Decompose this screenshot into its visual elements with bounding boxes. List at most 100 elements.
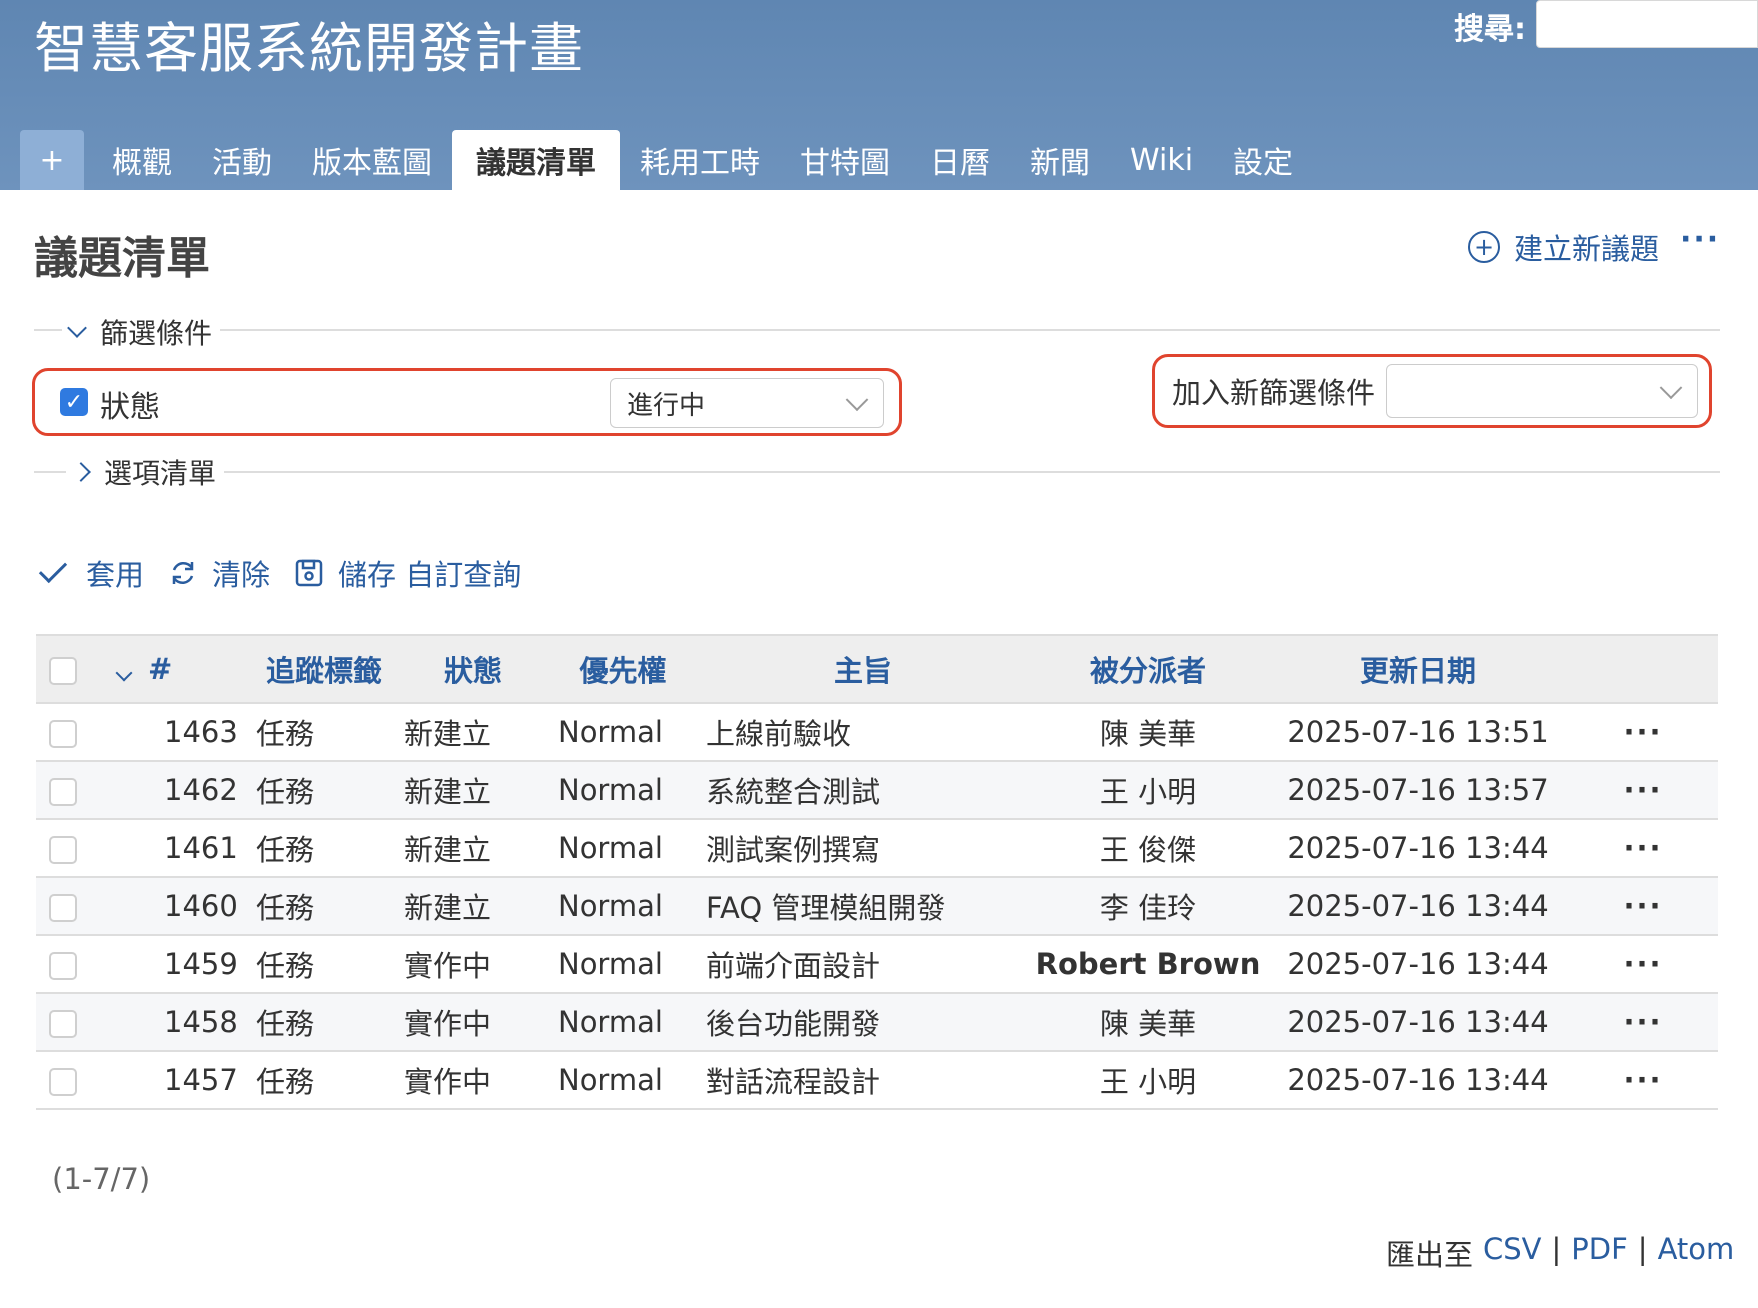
issue-id-link[interactable]: 1459 <box>90 935 250 994</box>
add-tab-button[interactable]: + <box>20 130 84 190</box>
column-tracker[interactable]: 追蹤標籤 <box>250 634 398 704</box>
assignee-link[interactable]: 陳 美華 <box>1028 993 1268 1052</box>
tab-activity[interactable]: 活動 <box>192 130 292 190</box>
subject-link[interactable]: FAQ 管理模組開發 <box>698 877 1028 936</box>
column-status[interactable]: 狀態 <box>398 634 548 704</box>
project-title[interactable]: 智慧客服系統開發計畫 <box>34 4 584 83</box>
column-assignee[interactable]: 被分派者 <box>1028 634 1268 704</box>
checkmark-icon <box>38 554 68 584</box>
assignee-link[interactable]: 王 小明 <box>1028 761 1268 820</box>
tab-time-entries[interactable]: 耗用工時 <box>620 130 780 190</box>
export-atom-link[interactable]: Atom <box>1658 1232 1735 1274</box>
select-all-checkbox[interactable] <box>49 657 77 685</box>
updated-cell: 2025-07-16 13:51 <box>1268 703 1568 762</box>
row-more-button[interactable]: ··· <box>1568 877 1718 936</box>
status-filter-label: 狀態 <box>100 390 160 425</box>
column-id[interactable]: # <box>90 634 250 704</box>
issue-id-link[interactable]: 1458 <box>90 993 250 1052</box>
reload-icon <box>172 561 194 585</box>
options-divider <box>34 471 1720 473</box>
updated-cell: 2025-07-16 13:57 <box>1268 761 1568 820</box>
priority-cell: Normal <box>548 935 698 994</box>
filters-legend[interactable]: 篩選條件 <box>62 312 221 352</box>
options-legend[interactable]: 選項清單 <box>66 452 225 492</box>
clear-label: 清除 <box>212 558 271 592</box>
tab-settings[interactable]: 設定 <box>1213 130 1313 190</box>
row-more-button[interactable]: ··· <box>1568 761 1718 820</box>
priority-cell: Normal <box>548 1051 698 1110</box>
tab-overview[interactable]: 概觀 <box>92 130 192 190</box>
row-checkbox[interactable] <box>49 1068 77 1096</box>
tracker-cell: 任務 <box>250 935 398 994</box>
row-select-cell <box>36 993 90 1052</box>
updated-cell: 2025-07-16 13:44 <box>1268 819 1568 878</box>
export-csv-link[interactable]: CSV <box>1483 1232 1542 1274</box>
export-pdf-link[interactable]: PDF <box>1571 1232 1628 1274</box>
tab-calendar[interactable]: 日曆 <box>910 130 1010 190</box>
new-issue-button[interactable]: + 建立新議題 <box>1468 226 1659 268</box>
column-priority[interactable]: 優先權 <box>548 634 698 704</box>
export-separator: | <box>1637 1232 1648 1266</box>
assignee-link[interactable]: 李 佳玲 <box>1028 877 1268 936</box>
row-checkbox[interactable] <box>49 778 77 806</box>
column-id-label: # <box>148 652 173 686</box>
row-checkbox[interactable] <box>49 1010 77 1038</box>
chevron-down-icon <box>115 664 133 682</box>
row-checkbox[interactable] <box>49 894 77 922</box>
column-subject[interactable]: 主旨 <box>698 634 1028 704</box>
row-checkbox[interactable] <box>49 952 77 980</box>
priority-cell: Normal <box>548 877 698 936</box>
issue-id-link[interactable]: 1462 <box>90 761 250 820</box>
status-filter-checkbox[interactable]: ✓ <box>60 388 88 416</box>
clear-button[interactable]: 清除 <box>168 552 270 594</box>
chevron-down-icon <box>67 318 87 338</box>
search-input[interactable] <box>1536 0 1758 48</box>
issues-table-body: 1463 任務 新建立 Normal 上線前驗收 陳 美華 2025-07-16… <box>36 703 1718 1110</box>
row-checkbox[interactable] <box>49 836 77 864</box>
issue-id-link[interactable]: 1457 <box>90 1051 250 1110</box>
assignee-link[interactable]: Robert Brown <box>1028 935 1268 994</box>
tab-wiki[interactable]: Wiki <box>1110 130 1213 190</box>
table-row: 1461 任務 新建立 Normal 測試案例撰寫 王 俊傑 2025-07-1… <box>36 819 1718 878</box>
assignee-link[interactable]: 王 小明 <box>1028 1051 1268 1110</box>
tracker-cell: 任務 <box>250 993 398 1052</box>
row-more-button[interactable]: ··· <box>1568 703 1718 762</box>
tab-gantt[interactable]: 甘特圖 <box>780 130 910 190</box>
options-legend-label: 選項清單 <box>104 457 217 490</box>
save-query-button[interactable]: 儲存 自訂查詢 <box>294 552 521 594</box>
more-actions-button[interactable]: ··· <box>1680 222 1720 257</box>
issue-id-link[interactable]: 1463 <box>90 703 250 762</box>
subject-link[interactable]: 測試案例撰寫 <box>698 819 1028 878</box>
row-more-button[interactable]: ··· <box>1568 819 1718 878</box>
tab-news[interactable]: 新聞 <box>1010 130 1110 190</box>
status-cell: 新建立 <box>398 877 548 936</box>
subject-link[interactable]: 上線前驗收 <box>698 703 1028 762</box>
subject-link[interactable]: 系統整合測試 <box>698 761 1028 820</box>
assignee-link[interactable]: 陳 美華 <box>1028 703 1268 762</box>
filters-divider <box>34 329 1720 331</box>
row-more-button[interactable]: ··· <box>1568 1051 1718 1110</box>
issue-id-link[interactable]: 1460 <box>90 877 250 936</box>
row-select-cell <box>36 703 90 762</box>
assignee-link[interactable]: 王 俊傑 <box>1028 819 1268 878</box>
subject-link[interactable]: 對話流程設計 <box>698 1051 1028 1110</box>
subject-link[interactable]: 前端介面設計 <box>698 935 1028 994</box>
status-operator-select[interactable]: 進行中 <box>610 378 884 428</box>
tab-roadmap[interactable]: 版本藍圖 <box>292 130 452 190</box>
column-updated[interactable]: 更新日期 <box>1268 634 1568 704</box>
tracker-cell: 任務 <box>250 1051 398 1110</box>
chevron-down-icon <box>845 388 869 412</box>
row-more-button[interactable]: ··· <box>1568 993 1718 1052</box>
main-tabs: + 概觀 活動 版本藍圖 議題清單 耗用工時 甘特圖 日曆 新聞 Wiki 設定 <box>20 130 1313 190</box>
tab-issues[interactable]: 議題清單 <box>452 130 620 190</box>
status-cell: 新建立 <box>398 761 548 820</box>
chevron-down-icon <box>1659 376 1683 400</box>
query-actions: 套用 清除 儲存 自訂查詢 <box>38 552 545 594</box>
row-more-button[interactable]: ··· <box>1568 935 1718 994</box>
row-checkbox[interactable] <box>49 720 77 748</box>
save-icon <box>295 559 323 587</box>
issue-id-link[interactable]: 1461 <box>90 819 250 878</box>
add-filter-select[interactable] <box>1386 364 1698 418</box>
apply-button[interactable]: 套用 <box>38 552 144 594</box>
subject-link[interactable]: 後台功能開發 <box>698 993 1028 1052</box>
